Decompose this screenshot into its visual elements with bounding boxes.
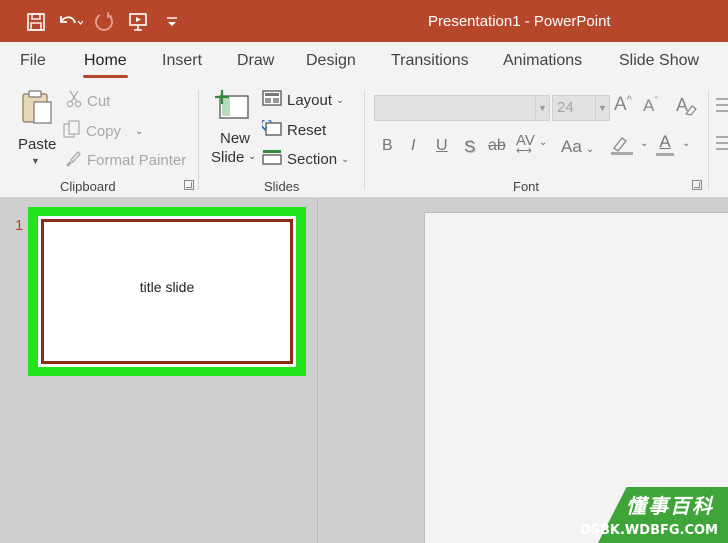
ribbon: Paste ▼ Cut Copy ⌄ Format Painter Clipbo…: [0, 80, 728, 198]
character-spacing-button[interactable]: AV ⌄ ⟷: [516, 132, 548, 157]
new-slide-label-2: Slide: [211, 149, 245, 166]
double-arrow-icon: ⟷: [516, 145, 532, 157]
scissors-icon: [66, 90, 82, 112]
new-slide-label: New: [220, 130, 251, 147]
copy-label: Copy: [86, 122, 122, 140]
caret-down-icon: ˇ: [654, 96, 658, 107]
italic-button[interactable]: I: [411, 137, 415, 155]
reset-button[interactable]: Reset: [260, 118, 327, 140]
grow-font-button[interactable]: A^: [614, 94, 632, 116]
group-divider: [708, 90, 709, 190]
font-color-icon: A: [656, 132, 674, 156]
chevron-down-icon: ▼: [31, 156, 40, 166]
undo-icon[interactable]: [56, 9, 84, 35]
slide-thumbnail[interactable]: title slide: [38, 216, 296, 367]
copy-button[interactable]: Copy ⌄: [63, 120, 143, 142]
paragraph-icons: [716, 98, 728, 150]
font-color-label: A: [659, 132, 671, 151]
format-painter-button[interactable]: Format Painter: [64, 149, 186, 171]
chevron-down-icon: ⌄: [135, 125, 144, 137]
layout-label: Layout: [287, 91, 333, 109]
chevron-down-icon: ⌄: [640, 138, 649, 149]
chevron-down-icon: ⌄: [585, 144, 595, 155]
watermark-text-en: DSBK.WDBFG.COM: [579, 523, 718, 538]
tab-insert[interactable]: Insert: [162, 52, 202, 70]
present-icon[interactable]: [124, 9, 152, 35]
font-size-combobox[interactable]: 24 ▼: [552, 95, 610, 121]
underline-button[interactable]: U: [436, 137, 448, 155]
ribbon-tabs: File Home Insert Draw Design Transitions…: [0, 42, 728, 80]
tab-file[interactable]: File: [20, 52, 46, 70]
watermark-logo: 懂事百科 DSBK.WDBFG.COM: [580, 483, 728, 543]
font-name-combobox[interactable]: ▼: [374, 95, 550, 121]
customize-icon[interactable]: [158, 9, 186, 35]
clipboard-launcher-icon[interactable]: [184, 180, 194, 190]
shrink-font-button[interactable]: Aˇ: [643, 96, 658, 116]
paste-label: Paste: [18, 136, 57, 153]
watermark-text-cn: 懂事百科: [626, 494, 714, 518]
format-painter-label: Format Painter: [87, 151, 187, 169]
slides-group-label: Slides: [264, 179, 300, 194]
tab-transitions[interactable]: Transitions: [391, 52, 469, 70]
save-icon[interactable]: [22, 9, 50, 35]
font-launcher-icon[interactable]: [692, 180, 702, 190]
slide-thumbnail-title: title slide: [139, 279, 195, 295]
chevron-down-icon: ⌄: [336, 94, 345, 106]
slide-thumbnail-frame: title slide: [41, 219, 293, 364]
svg-text:A: A: [676, 95, 688, 115]
section-button[interactable]: Section ⌄: [262, 149, 349, 169]
chevron-down-icon[interactable]: ▼: [595, 96, 609, 120]
font-size-value: 24: [557, 99, 574, 116]
clipboard-icon: [20, 88, 54, 131]
layout-button[interactable]: Layout ⌄: [262, 90, 344, 110]
tab-draw[interactable]: Draw: [237, 52, 274, 70]
clipboard-group-label: Clipboard: [60, 179, 116, 194]
group-divider: [364, 90, 365, 190]
redo-icon[interactable]: [90, 9, 118, 35]
layout-icon: [262, 90, 282, 110]
paintbrush-icon: [64, 149, 82, 171]
clear-formatting-icon[interactable]: A: [676, 94, 698, 121]
tab-slide-show[interactable]: Slide Show: [619, 52, 699, 70]
paste-button[interactable]: Paste ▼: [14, 86, 58, 170]
change-case-button[interactable]: Aa ⌄: [561, 137, 594, 157]
title-bar: Presentation1 - PowerPoint: [0, 0, 728, 42]
tab-design[interactable]: Design: [306, 52, 356, 70]
shrink-font-label: A: [643, 96, 655, 115]
grow-font-label: A: [614, 94, 627, 115]
reset-label: Reset: [287, 121, 327, 139]
chevron-down-icon[interactable]: ▼: [535, 96, 549, 120]
new-slide-icon: [214, 88, 252, 129]
cut-label: Cut: [87, 92, 111, 110]
highlighter-icon: [610, 134, 634, 161]
tab-home[interactable]: Home: [83, 52, 128, 78]
reset-icon: [260, 118, 282, 140]
caret-up-icon: ^: [626, 94, 632, 106]
chevron-down-icon: ⌄: [341, 153, 350, 165]
group-divider: [198, 90, 199, 190]
font-group-label: Font: [513, 179, 540, 194]
shadow-button[interactable]: S: [464, 137, 475, 157]
slide-number: 1: [15, 217, 24, 234]
quick-access-toolbar: [22, 9, 192, 35]
font-color-button[interactable]: A ⌄: [656, 132, 690, 156]
change-case-label: Aa: [561, 137, 582, 156]
section-label: Section: [287, 150, 338, 168]
chevron-down-icon: ⌄: [248, 151, 257, 162]
cut-button[interactable]: Cut: [66, 90, 110, 112]
window-title: Presentation1 - PowerPoint: [428, 13, 611, 30]
color-bar-icon: [656, 153, 674, 156]
new-slide-button[interactable]: New Slide ⌄: [208, 86, 258, 172]
section-icon: [262, 149, 282, 169]
tab-animations[interactable]: Animations: [503, 52, 582, 70]
copy-icon: [63, 120, 81, 142]
bold-button[interactable]: B: [382, 137, 393, 155]
highlight-color-button[interactable]: ⌄: [610, 134, 648, 161]
chevron-down-icon: ⌄: [682, 138, 691, 149]
strikethrough-button[interactable]: ab: [488, 137, 506, 155]
chevron-down-icon: ⌄: [538, 137, 548, 148]
